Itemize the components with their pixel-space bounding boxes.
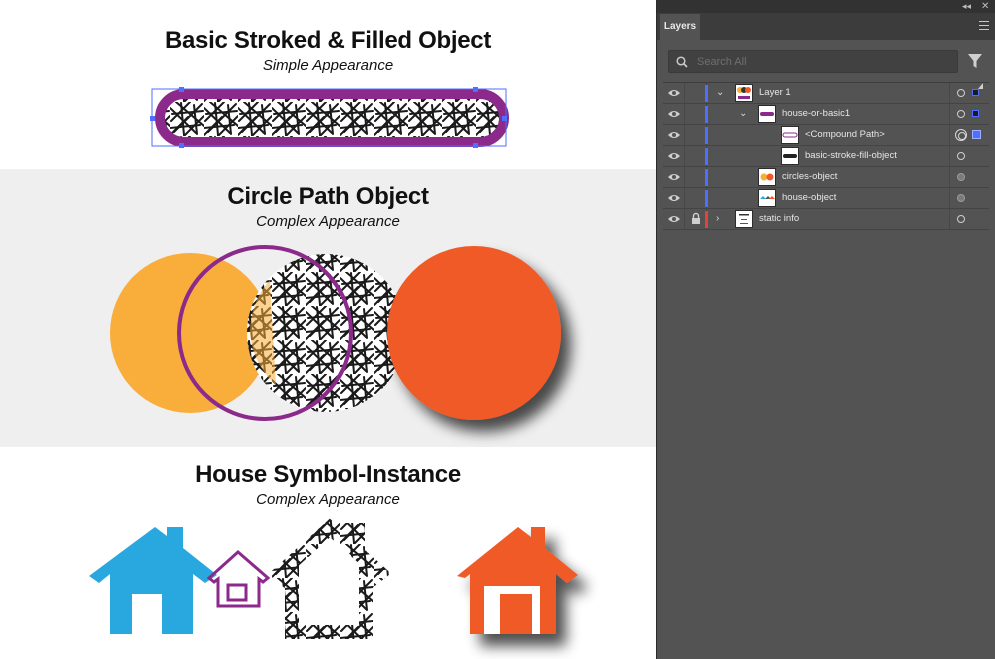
layer-name[interactable]: Layer 1 — [759, 83, 791, 103]
layer-row-circles-object[interactable]: circles-object — [663, 167, 989, 188]
lock-icon — [692, 212, 700, 224]
selection-indicator[interactable] — [972, 89, 979, 96]
layers-list: ⌄ Layer 1 ⌄ house-or-basic1 <Compound Path> b… — [663, 82, 989, 230]
layer-color-bar — [705, 148, 708, 165]
chevron-down-icon[interactable]: ⌄ — [739, 108, 747, 120]
selection-indicator[interactable] — [972, 110, 979, 117]
layer-row-house-object[interactable]: house-object — [663, 188, 989, 209]
target-circle-icon[interactable] — [957, 152, 965, 160]
layer-name[interactable]: circles-object — [782, 167, 837, 187]
collapse-icon[interactable]: ◂◂ — [962, 0, 971, 13]
layer-row-basic-stroke-fill-object[interactable]: basic-stroke-fill-object — [663, 146, 989, 167]
lock-toggle[interactable] — [685, 83, 707, 103]
layer-row-compound-path[interactable]: <Compound Path> — [663, 125, 989, 146]
search-icon — [676, 56, 688, 68]
layer-color-bar — [705, 106, 708, 123]
visibility-eye-icon[interactable] — [663, 146, 685, 166]
house-object[interactable] — [89, 518, 578, 639]
target-column — [949, 83, 989, 103]
circles-object[interactable] — [110, 245, 561, 421]
target-circle-icon[interactable] — [957, 215, 965, 223]
layer-thumbnail — [781, 126, 799, 144]
layer-name[interactable]: basic-stroke-fill-object — [805, 146, 897, 166]
close-icon[interactable]: ✕ — [981, 0, 989, 13]
target-column — [949, 188, 989, 208]
lock-toggle[interactable] — [685, 209, 707, 229]
lock-toggle[interactable] — [685, 125, 707, 145]
layer-thumbnail — [758, 189, 776, 207]
layer-name[interactable]: <Compound Path> — [805, 125, 885, 145]
target-column — [949, 146, 989, 166]
layer-name[interactable]: static info — [759, 209, 799, 229]
chevron-down-icon[interactable]: ⌄ — [716, 87, 724, 99]
lock-toggle[interactable] — [685, 188, 707, 208]
search-box — [668, 50, 958, 73]
target-circle-icon[interactable] — [957, 173, 965, 181]
layer-color-bar — [705, 169, 708, 186]
layer-name[interactable]: house-or-basic1 — [782, 104, 850, 124]
layer-row-layer-1[interactable]: ⌄ Layer 1 — [663, 83, 989, 104]
artwork-layer — [89, 87, 578, 639]
scroll-up-icon[interactable] — [978, 83, 983, 89]
layer-color-bar — [705, 190, 708, 207]
layers-panel: ◂◂ ✕ Layers ⌄ Layer 1 ⌄ house-or-basic1<Com… — [657, 0, 995, 659]
target-circle-icon[interactable] — [957, 194, 965, 202]
lock-toggle[interactable] — [685, 146, 707, 166]
lock-toggle[interactable] — [685, 167, 707, 187]
visibility-eye-icon[interactable] — [663, 83, 685, 103]
visibility-eye-icon[interactable] — [663, 125, 685, 145]
layer-thumbnail — [781, 147, 799, 165]
lock-toggle[interactable] — [685, 104, 707, 124]
target-column — [949, 209, 989, 229]
target-circle-icon[interactable] — [957, 110, 965, 118]
basic-stroke-fill-object[interactable] — [150, 87, 509, 148]
layer-color-bar — [705, 127, 708, 144]
layer-row-house-or-basic1[interactable]: ⌄ house-or-basic1 — [663, 104, 989, 125]
target-circle-icon[interactable] — [955, 129, 967, 141]
layer-thumbnail — [735, 210, 753, 228]
panel-title-bar[interactable]: ◂◂ ✕ — [657, 0, 995, 13]
panel-tab-bar: Layers — [657, 13, 995, 40]
target-column — [949, 104, 989, 124]
visibility-eye-icon[interactable] — [663, 167, 685, 187]
layer-thumbnail — [735, 84, 753, 102]
selection-indicator[interactable] — [972, 130, 981, 139]
layer-thumbnail — [758, 105, 776, 123]
chevron-right-icon[interactable]: › — [716, 213, 719, 225]
layer-name[interactable]: house-object — [782, 188, 836, 208]
visibility-eye-icon[interactable] — [663, 104, 685, 124]
layer-row-static-info[interactable]: › static info — [663, 209, 989, 230]
visibility-eye-icon[interactable] — [663, 188, 685, 208]
filter-icon[interactable] — [968, 54, 982, 69]
panel-menu-icon[interactable] — [979, 21, 989, 31]
target-column — [949, 125, 989, 145]
tab-layers[interactable]: Layers — [660, 14, 700, 40]
search-input[interactable] — [697, 53, 947, 70]
target-column — [949, 167, 989, 187]
artboard-canvas[interactable]: Basic Stroked & Filled Object Simple App… — [0, 0, 657, 659]
visibility-eye-icon[interactable] — [663, 209, 685, 229]
layer-color-bar — [705, 211, 708, 228]
target-circle-icon[interactable] — [957, 89, 965, 97]
layer-thumbnail — [758, 168, 776, 186]
layer-color-bar — [705, 85, 708, 102]
